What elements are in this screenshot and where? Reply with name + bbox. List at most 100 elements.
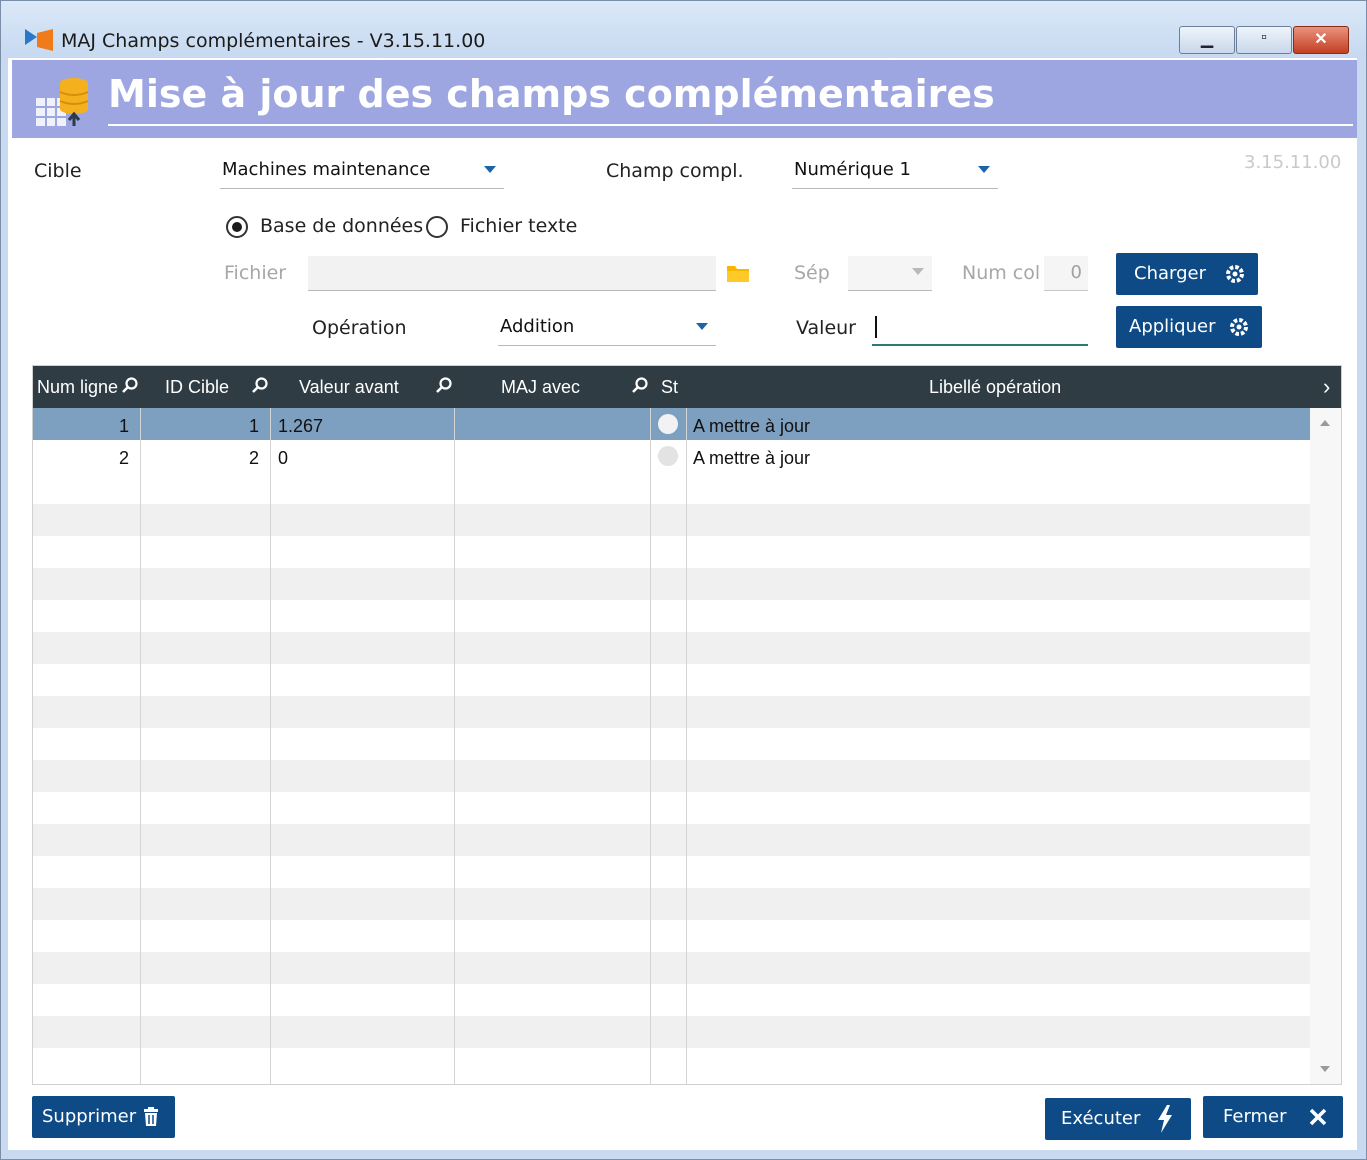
row-background bbox=[33, 952, 1310, 984]
maximize-icon: ▫ bbox=[1261, 29, 1267, 46]
fermer-button[interactable]: Fermer bbox=[1203, 1096, 1343, 1138]
chevron-down-icon bbox=[978, 166, 990, 173]
charger-button[interactable]: Charger bbox=[1116, 253, 1258, 295]
header-banner: Mise à jour des champs complémentaires bbox=[12, 60, 1357, 138]
row-background bbox=[33, 696, 1310, 728]
radio-selected-dot bbox=[232, 222, 242, 232]
executer-button-label: Exécuter bbox=[1061, 1108, 1141, 1129]
database-grid-icon bbox=[36, 78, 89, 126]
search-icon[interactable] bbox=[631, 376, 649, 394]
version-label: 3.15.11.00 bbox=[1244, 152, 1342, 173]
column-header-num-ligne[interactable]: Num ligne bbox=[37, 377, 118, 398]
text-caret bbox=[875, 316, 877, 338]
supprimer-button-label: Supprimer bbox=[42, 1106, 137, 1127]
column-divider bbox=[686, 408, 687, 1084]
row-background bbox=[33, 536, 1310, 568]
status-indicator bbox=[658, 446, 678, 466]
champ-compl-label: Champ compl. bbox=[606, 160, 744, 182]
title-underline bbox=[108, 124, 1353, 126]
chevron-down-icon bbox=[912, 268, 924, 275]
search-icon[interactable] bbox=[435, 376, 453, 394]
vertical-scrollbar[interactable] bbox=[1310, 408, 1341, 1084]
column-header-valeur-avant[interactable]: Valeur avant bbox=[299, 377, 399, 398]
scroll-up-icon[interactable] bbox=[1320, 420, 1330, 426]
close-icon: ✕ bbox=[1314, 31, 1328, 48]
supprimer-button[interactable]: Supprimer bbox=[32, 1096, 175, 1138]
row-background bbox=[33, 600, 1310, 632]
chevron-right-icon[interactable]: › bbox=[1323, 374, 1330, 400]
cell-libelle-operation: A mettre à jour bbox=[693, 448, 811, 468]
column-divider bbox=[140, 408, 141, 1084]
charger-button-label: Charger bbox=[1134, 263, 1206, 284]
grid-header: Num ligne ID Cible Valeur avant MAJ avec… bbox=[33, 366, 1341, 408]
title-bar[interactable]: MAJ Champs complémentaires - V3.15.11.00… bbox=[1, 1, 1366, 59]
cell-num-ligne: 1 bbox=[119, 416, 130, 436]
fichier-label: Fichier bbox=[224, 262, 287, 284]
appliquer-button[interactable]: Appliquer bbox=[1116, 306, 1262, 348]
gear-icon bbox=[1230, 318, 1248, 336]
row-background bbox=[33, 472, 1310, 504]
source-database-label[interactable]: Base de données bbox=[260, 215, 423, 237]
valeur-input[interactable] bbox=[872, 310, 1088, 346]
operation-label: Opération bbox=[312, 317, 407, 339]
search-icon[interactable] bbox=[251, 376, 269, 394]
maximize-button[interactable]: ▫ bbox=[1236, 26, 1292, 54]
row-background bbox=[33, 728, 1310, 760]
row-background bbox=[33, 1016, 1310, 1048]
source-database-radio[interactable] bbox=[226, 216, 248, 238]
operation-select[interactable]: Addition bbox=[498, 311, 716, 346]
minimize-icon: ▁ bbox=[1200, 31, 1214, 48]
numcol-input-value: 0 bbox=[1070, 262, 1082, 283]
column-header-st[interactable]: St bbox=[661, 377, 678, 398]
sep-label: Sép bbox=[794, 262, 830, 284]
cell-libelle-operation: A mettre à jour bbox=[693, 416, 811, 436]
row-background bbox=[33, 824, 1310, 856]
row-background bbox=[33, 792, 1310, 824]
fermer-button-label: Fermer bbox=[1223, 1106, 1287, 1127]
executer-button[interactable]: Exécuter bbox=[1045, 1098, 1191, 1140]
close-x-icon bbox=[1309, 1108, 1327, 1126]
numcol-input[interactable]: 0 bbox=[1044, 256, 1088, 291]
cible-select[interactable]: Machines maintenance bbox=[220, 154, 504, 189]
row-background bbox=[33, 664, 1310, 696]
page-title: Mise à jour des champs complémentaires bbox=[108, 72, 995, 116]
source-textfile-label[interactable]: Fichier texte bbox=[460, 215, 577, 237]
column-header-id-cible[interactable]: ID Cible bbox=[165, 377, 229, 398]
fichier-input[interactable] bbox=[308, 256, 716, 291]
chevron-down-icon bbox=[696, 323, 708, 330]
close-window-button[interactable]: ✕ bbox=[1293, 26, 1349, 54]
row-background bbox=[33, 568, 1310, 600]
cell-valeur-avant: 1.267 bbox=[278, 416, 324, 436]
status-indicator bbox=[658, 414, 678, 434]
minimize-button[interactable]: ▁ bbox=[1179, 26, 1235, 54]
source-textfile-radio[interactable] bbox=[426, 216, 448, 238]
cible-select-value: Machines maintenance bbox=[222, 159, 431, 180]
column-divider bbox=[270, 408, 271, 1084]
gear-icon bbox=[1226, 265, 1244, 283]
folder-icon[interactable] bbox=[726, 263, 750, 283]
search-icon[interactable] bbox=[121, 376, 139, 394]
operation-select-value: Addition bbox=[500, 316, 575, 337]
champ-compl-select-value: Numérique 1 bbox=[794, 159, 911, 180]
sep-select[interactable] bbox=[848, 256, 932, 291]
chevron-down-icon bbox=[484, 166, 496, 173]
column-header-libelle-operation[interactable]: Libellé opération bbox=[929, 377, 1061, 398]
cell-id-cible: 1 bbox=[249, 416, 260, 436]
scroll-down-icon[interactable] bbox=[1320, 1066, 1330, 1072]
champ-compl-select[interactable]: Numérique 1 bbox=[792, 154, 998, 189]
row-background bbox=[33, 920, 1310, 952]
row-background bbox=[33, 1048, 1310, 1080]
cible-label: Cible bbox=[34, 160, 82, 182]
cell-num-ligne: 2 bbox=[119, 448, 130, 468]
column-header-maj-avec[interactable]: MAJ avec bbox=[501, 377, 580, 398]
valeur-label: Valeur bbox=[796, 317, 856, 339]
row-background bbox=[33, 504, 1310, 536]
appliquer-button-label: Appliquer bbox=[1129, 316, 1216, 337]
column-divider bbox=[650, 408, 651, 1084]
trash-icon bbox=[144, 1107, 158, 1126]
lightning-icon bbox=[1158, 1105, 1172, 1133]
row-background bbox=[33, 888, 1310, 920]
numcol-label: Num col bbox=[962, 262, 1041, 284]
window-title: MAJ Champs complémentaires - V3.15.11.00 bbox=[61, 30, 486, 52]
data-grid[interactable]: Num ligne ID Cible Valeur avant MAJ avec… bbox=[32, 365, 1342, 1085]
